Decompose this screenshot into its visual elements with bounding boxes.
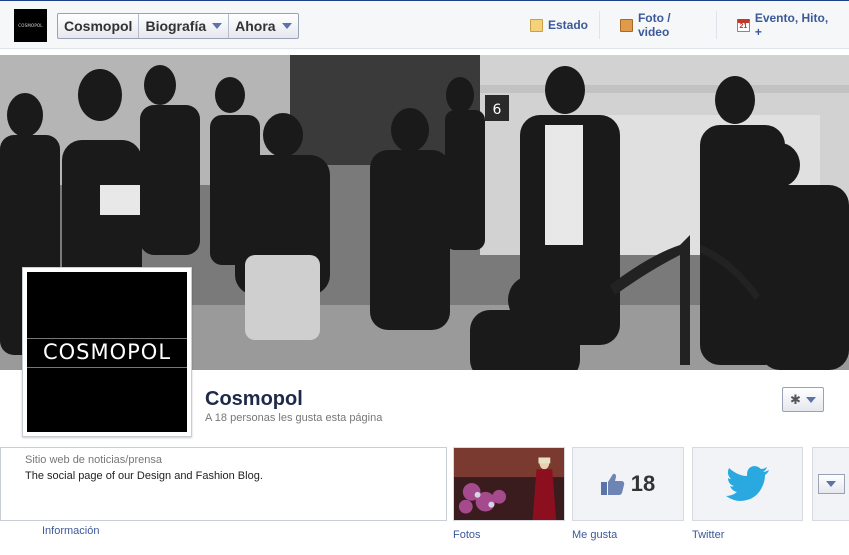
logo-rule-top: [27, 338, 187, 339]
info-link[interactable]: Información: [42, 525, 99, 537]
chevron-down-icon: [805, 396, 816, 403]
page-description: The social page of our Design and Fashio…: [25, 470, 263, 482]
about-box[interactable]: Sitio web de noticias/prensa The social …: [0, 447, 447, 521]
status-label: Estado: [548, 18, 589, 32]
more-apps-button[interactable]: [817, 474, 845, 494]
gear-icon: ✱: [790, 391, 801, 407]
page-likes-summary: A 18 personas les gusta esta página: [205, 412, 383, 424]
photos-thumbnail: [454, 448, 564, 520]
page-category: Sitio web de noticias/prensa: [25, 454, 162, 466]
more-apps-tile: [812, 447, 849, 521]
likes-count: 18: [630, 471, 656, 496]
nav-page-name[interactable]: Cosmopol: [58, 14, 140, 38]
like-thumb-icon: [600, 473, 624, 495]
chevron-down-icon: [826, 481, 836, 487]
photo-video-button[interactable]: Foto / video: [599, 11, 716, 39]
cover-sign-number: 6: [493, 102, 502, 118]
profile-logo: COSMOPOL: [27, 272, 187, 432]
thumbnail-logo-text: COSMOPOL: [18, 23, 43, 28]
chevron-down-icon: [212, 23, 223, 29]
nav-ahora-dropdown[interactable]: Ahora: [229, 14, 297, 38]
nav-biografia-dropdown[interactable]: Biografía: [139, 14, 230, 38]
event-milestone-button[interactable]: 21 Evento, Hito, +: [715, 11, 849, 39]
twitter-tile[interactable]: [692, 447, 803, 521]
photo-icon: [620, 18, 633, 32]
page-thumbnail[interactable]: COSMOPOL: [14, 9, 47, 42]
status-button[interactable]: Estado: [519, 11, 599, 39]
page-nav: Cosmopol Biografía Ahora: [57, 13, 299, 39]
calendar-icon: 21: [736, 18, 750, 32]
photos-tile[interactable]: [453, 447, 565, 521]
composer-actions: Estado Foto / video 21 Evento, Hito, +: [519, 1, 849, 49]
page-title: Cosmopol: [205, 388, 303, 410]
profile-picture[interactable]: COSMOPOL: [22, 267, 192, 437]
logo-rule-bottom: [27, 367, 187, 368]
chevron-down-icon: [281, 23, 292, 29]
page-options-button[interactable]: ✱: [782, 387, 824, 412]
event-milestone-label: Evento, Hito, +: [754, 11, 829, 39]
nav-page-name-label: Cosmopol: [64, 18, 133, 34]
twitter-bird-icon: [725, 466, 769, 501]
nav-biografia-label: Biografía: [145, 18, 207, 34]
twitter-tile-label[interactable]: Twitter: [692, 529, 724, 541]
page-header-bar: COSMOPOL Cosmopol Biografía Ahora Estado…: [0, 0, 849, 49]
nav-ahora-label: Ahora: [235, 18, 276, 34]
likes-tile-label[interactable]: Me gusta: [572, 529, 617, 541]
photo-video-label: Foto / video: [637, 11, 671, 39]
photos-tile-label[interactable]: Fotos: [453, 529, 481, 541]
likes-tile[interactable]: 18: [572, 447, 684, 521]
profile-logo-word: COSMOPOL: [42, 340, 172, 364]
note-icon: [530, 18, 543, 32]
